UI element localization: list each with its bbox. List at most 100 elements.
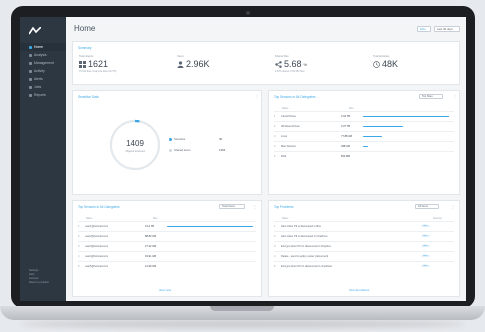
row-value: 3.37 TB xyxy=(341,124,351,128)
row-name: Alert when PII is discovered in Box xyxy=(281,224,321,228)
table-row[interactable]: 2 user2@hotmail.com 88.83 GB xyxy=(78,231,256,240)
stat-shared: Shared files 5.68% 2,976 shared of 52,55… xyxy=(275,55,307,73)
scope-select[interactable]: Last 30 days xyxy=(434,26,460,32)
row-name: Windows Drives xyxy=(281,124,300,128)
home-icon xyxy=(29,45,32,49)
sidebar-item-label: Alerts xyxy=(34,77,43,81)
more-options-icon[interactable]: ⋮ xyxy=(453,94,457,99)
row-index: 2 xyxy=(274,234,276,238)
row-name: user3@hotmail.com xyxy=(85,244,109,248)
row-size-bar xyxy=(167,225,253,227)
row-index: 5 xyxy=(274,264,276,268)
clock-icon xyxy=(373,60,380,68)
col-size-header: Size xyxy=(153,217,158,220)
top-users-filter[interactable]: Total Users xyxy=(219,204,245,209)
table-row[interactable]: 2 Alert when PII is discovered in OneDriv… xyxy=(274,231,454,240)
row-value: 88.83 GB xyxy=(145,234,156,238)
more-options-icon[interactable]: ⋮ xyxy=(253,204,257,209)
row-value: 12.99 GB xyxy=(145,264,156,268)
stat-sub: 2,976 shared of 52,552 files xyxy=(275,70,305,73)
app-screen: Home Analysis Management Activity Alerts… xyxy=(20,17,466,301)
range-select[interactable]: 1Mo xyxy=(417,26,431,32)
table-row[interactable]: 5 Encrypt when PCI is discovered in OneDr… xyxy=(274,261,454,270)
sidebar: Home Analysis Management Activity Alerts… xyxy=(20,17,66,301)
table-row[interactable]: 5 iPad 562 MB xyxy=(274,151,454,160)
row-name: user1@hotmail.com xyxy=(85,224,109,228)
row-value: 3.12 TB xyxy=(145,224,155,228)
row-index: 5 xyxy=(78,264,80,268)
stat-label: Users xyxy=(177,55,184,58)
top-sensors-filter[interactable]: Top Sites xyxy=(419,94,443,99)
stat-users: Users 2.96K xyxy=(177,55,210,69)
sidebar-item-activity[interactable]: Activity xyxy=(20,67,66,75)
table-row[interactable]: 3 user3@hotmail.com 27.32 GB xyxy=(78,241,256,250)
severity-badge: High xyxy=(421,265,430,267)
row-name: Cloud Drives xyxy=(281,114,296,118)
table-row[interactable]: 1 user1@hotmail.com 3.12 TB xyxy=(78,221,256,230)
sidebar-item-management[interactable]: Management xyxy=(20,59,66,67)
severity-badge: High xyxy=(421,235,430,237)
table-row[interactable]: 5 user5@hotmail.com 12.99 GB xyxy=(78,261,256,270)
laptop-shadow xyxy=(20,320,465,328)
card-title: Top Sensors in All Categories xyxy=(274,95,316,99)
legend-dot xyxy=(169,137,172,141)
chart-icon xyxy=(29,53,32,57)
row-index: 4 xyxy=(78,254,80,258)
page-title: Home xyxy=(74,24,96,33)
legend-label: Sensitive xyxy=(174,137,186,141)
table-row[interactable]: 4 Mac Devices 498 GB xyxy=(274,141,454,150)
sensitive-data-card: Sensitive Data ⋮ 1409 Objects scanned Se… xyxy=(72,90,262,206)
bell-icon xyxy=(29,77,32,81)
stat-value: 2.96K xyxy=(186,59,210,69)
more-options-icon[interactable]: ⋮ xyxy=(255,94,259,99)
table-row[interactable]: 3 Encrypt when PCI is discovered in Dropb… xyxy=(274,241,454,250)
row-size-bar xyxy=(363,115,449,117)
sidebar-item-label: Analysis xyxy=(34,53,47,57)
card-title: Sensitive Data xyxy=(78,95,99,99)
main-content: Home 1Mo Last 30 days Summary Total obje… xyxy=(66,17,466,301)
row-value: 19.91 GB xyxy=(145,254,156,258)
stat-label: Total Activities xyxy=(373,55,390,58)
more-options-icon[interactable]: ⋮ xyxy=(451,204,455,209)
pulse-icon xyxy=(29,69,32,73)
sidebar-item-alerts[interactable]: Alerts xyxy=(20,75,66,83)
laptop-notch xyxy=(210,306,274,311)
donut-total-label: Objects scanned xyxy=(125,149,145,153)
laptop-frame: Home Analysis Management Activity Alerts… xyxy=(0,0,485,332)
row-name: Alert when PII is discovered in OneDrive xyxy=(281,234,328,238)
top-bar: Home 1Mo Last 30 days xyxy=(66,17,466,37)
stat-label: Shared files xyxy=(275,55,289,58)
card-title: Top Problems xyxy=(274,205,294,209)
table-row[interactable]: 2 Windows Drives 3.37 TB xyxy=(274,121,454,130)
grid-icon xyxy=(79,60,86,68)
col-name-header: Name xyxy=(86,217,93,220)
row-name: Linux xyxy=(281,134,288,138)
sidebar-item-home[interactable]: Home xyxy=(20,43,66,51)
row-index: 4 xyxy=(274,144,276,148)
view-more-link[interactable]: View more xyxy=(159,289,171,292)
stat-value: 1621 xyxy=(88,59,109,69)
brand-logo-icon[interactable] xyxy=(29,27,41,35)
sidebar-item-label: Reports xyxy=(34,93,46,97)
table-row[interactable]: 1 Alert when PII is discovered in Box High xyxy=(274,221,454,230)
top-problems-filter[interactable]: All Items xyxy=(415,204,439,209)
sidebar-item-reports[interactable]: Reports xyxy=(20,91,66,99)
table-row[interactable]: 4 user4@hotmail.com 19.91 GB xyxy=(78,251,256,260)
table-row[interactable]: 4 Delete - send to policy owner (document… xyxy=(274,251,454,260)
col-severity-header: Severity xyxy=(433,217,442,220)
row-index: 1 xyxy=(78,224,80,228)
sidebar-item-analysis[interactable]: Analysis xyxy=(20,51,66,59)
table-row[interactable]: 1 Cloud Drives 3.34 TB xyxy=(274,111,454,120)
stat-value: 48K xyxy=(382,59,399,69)
stat-unit: % xyxy=(303,61,308,67)
view-all-problems-link[interactable]: View all problems xyxy=(349,289,369,292)
table-row[interactable]: 3 Linux 77.88 GB xyxy=(274,131,454,140)
legend-value: 1364 xyxy=(219,148,226,152)
sidebar-item-jobs[interactable]: Jobs xyxy=(20,83,66,91)
row-index: 3 xyxy=(78,244,80,248)
row-name: user2@hotmail.com xyxy=(85,234,109,238)
legend-sensitive[interactable]: Sensitive 40 xyxy=(169,137,239,141)
legend-shared[interactable]: Shared items 1364 xyxy=(169,148,239,152)
sidebar-footer-report[interactable]: Report a problem xyxy=(29,281,63,285)
file-icon xyxy=(29,93,32,97)
